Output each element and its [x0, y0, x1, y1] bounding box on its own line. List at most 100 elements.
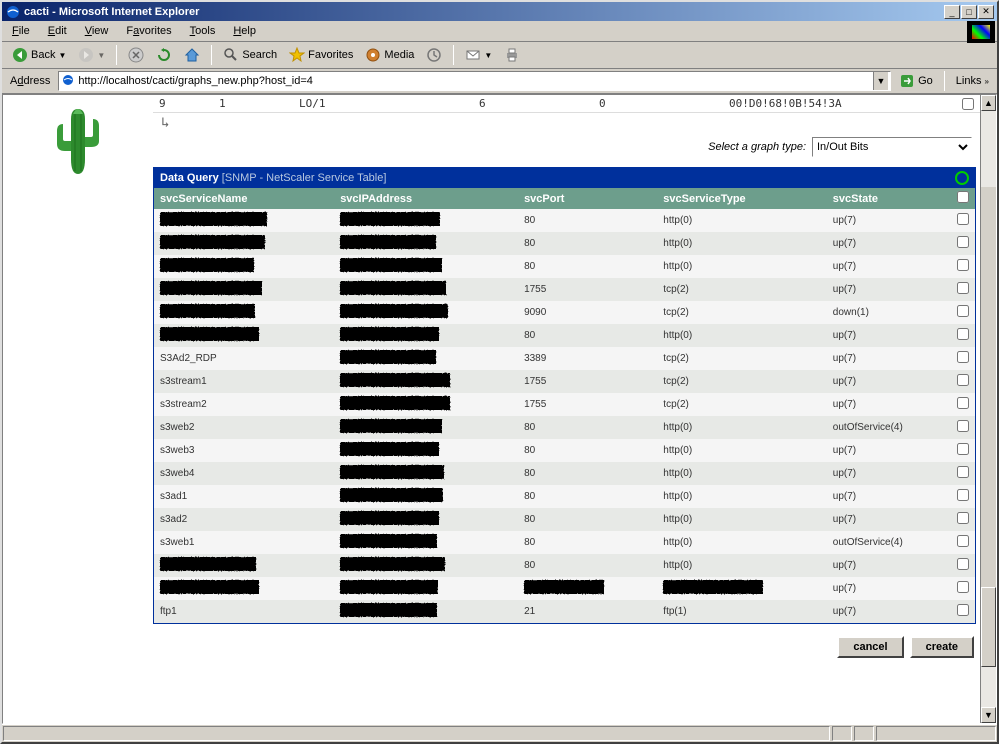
table-row: 80http(0)up(7): [154, 324, 975, 347]
back-button[interactable]: Back ▼: [8, 45, 70, 65]
address-input[interactable]: [78, 75, 872, 87]
table-row: s3ad180http(0)up(7): [154, 485, 975, 508]
app-icon: [5, 4, 21, 20]
graph-type-select[interactable]: In/Out Bits: [812, 137, 972, 157]
row-checkbox[interactable]: [957, 305, 969, 317]
refresh-button[interactable]: [152, 45, 176, 65]
cell-service-name: s3stream1: [154, 370, 334, 393]
reload-icon[interactable]: [955, 171, 969, 185]
row-checkbox[interactable]: [957, 581, 969, 593]
cell-service-name: s3web2: [154, 416, 334, 439]
cell-port: [518, 577, 657, 600]
row-checkbox[interactable]: [957, 213, 969, 225]
chevron-down-icon: ▼: [484, 51, 492, 60]
print-button[interactable]: [500, 45, 524, 65]
table-row: 80http(0)up(7): [154, 554, 975, 577]
data-query-header: Data Query [SNMP - NetScaler Service Tab…: [154, 168, 975, 188]
menubar: File Edit View Favorites Tools Help: [2, 21, 997, 42]
cell-ip-address: [334, 209, 518, 232]
cell-ip-address: [334, 324, 518, 347]
cacti-logo-icon: [43, 99, 113, 189]
forward-button[interactable]: ▼: [74, 45, 109, 65]
col-service-name: svcServiceName: [154, 188, 334, 209]
row-checkbox[interactable]: [957, 420, 969, 432]
scroll-thumb[interactable]: [981, 587, 996, 667]
row-checkbox[interactable]: [957, 351, 969, 363]
search-button[interactable]: Search: [219, 45, 281, 65]
go-button[interactable]: Go: [895, 73, 937, 89]
redacted-text: [340, 465, 444, 479]
statusbar: [2, 724, 997, 742]
minimize-button[interactable]: _: [944, 5, 960, 19]
close-button[interactable]: ✕: [978, 5, 994, 19]
table-row: s3web280http(0)outOfService(4): [154, 416, 975, 439]
redacted-text: [340, 488, 443, 502]
vertical-scrollbar[interactable]: ▲ ▼: [980, 95, 996, 723]
cell-service-name: [154, 232, 334, 255]
cell-service-type: http(0): [657, 416, 827, 439]
table-row: s3web180http(0)outOfService(4): [154, 531, 975, 554]
titlebar: cacti - Microsoft Internet Explorer _ □ …: [2, 2, 997, 21]
table-row: s3web380http(0)up(7): [154, 439, 975, 462]
window-title: cacti - Microsoft Internet Explorer: [24, 6, 944, 18]
media-button[interactable]: Media: [361, 45, 418, 65]
cell-checkbox: [951, 278, 975, 301]
row-checkbox[interactable]: [962, 98, 974, 110]
table-row: 9090tcp(2)down(1): [154, 301, 975, 324]
table-row: 1755tcp(2)up(7): [154, 278, 975, 301]
row-checkbox[interactable]: [957, 374, 969, 386]
table-row: ftp121ftp(1)up(7): [154, 600, 975, 623]
redacted-text: [160, 258, 254, 272]
home-button[interactable]: [180, 45, 204, 65]
cell-service-type: http(0): [657, 209, 827, 232]
cell-port: 80: [518, 439, 657, 462]
row-checkbox[interactable]: [957, 489, 969, 501]
row-checkbox[interactable]: [957, 512, 969, 524]
scroll-down-icon[interactable]: ▼: [981, 707, 996, 723]
search-label: Search: [242, 49, 277, 61]
page-icon: [61, 73, 75, 90]
row-checkbox[interactable]: [957, 466, 969, 478]
redacted-text: [340, 511, 439, 525]
redacted-text: [340, 534, 437, 548]
create-button[interactable]: create: [910, 636, 974, 658]
links-menu[interactable]: Links »: [952, 75, 993, 87]
menu-view[interactable]: View: [81, 23, 113, 39]
row-checkbox[interactable]: [957, 397, 969, 409]
menu-favorites[interactable]: Favorites: [122, 23, 175, 39]
menu-tools[interactable]: Tools: [186, 23, 220, 39]
redacted-text: [340, 350, 436, 364]
row-checkbox[interactable]: [957, 236, 969, 248]
menu-file[interactable]: File: [8, 23, 34, 39]
scroll-up-icon[interactable]: ▲: [981, 95, 996, 111]
cancel-button[interactable]: cancel: [837, 636, 903, 658]
row-checkbox[interactable]: [957, 604, 969, 616]
table-row: 80http(0)up(7): [154, 209, 975, 232]
menu-help[interactable]: Help: [229, 23, 260, 39]
row-checkbox[interactable]: [957, 535, 969, 547]
data-query-title: Data Query: [160, 172, 219, 184]
mail-icon: [465, 47, 481, 63]
cell-service-type: tcp(2): [657, 278, 827, 301]
favorites-button[interactable]: Favorites: [285, 45, 357, 65]
mail-button[interactable]: ▼: [461, 45, 496, 65]
data-query-subtitle: [SNMP - NetScaler Service Table]: [222, 172, 387, 184]
select-all-checkbox[interactable]: [957, 191, 969, 203]
maximize-button[interactable]: □: [961, 5, 977, 19]
row-checkbox[interactable]: [957, 259, 969, 271]
cell-port: 3389: [518, 347, 657, 370]
row-checkbox[interactable]: [957, 443, 969, 455]
row-checkbox[interactable]: [957, 328, 969, 340]
row-checkbox[interactable]: [957, 282, 969, 294]
stop-icon: [128, 47, 144, 63]
redacted-text: [340, 212, 440, 226]
cell-ip-address: [334, 255, 518, 278]
cell-state: up(7): [827, 462, 951, 485]
cell-checkbox: [951, 324, 975, 347]
address-dropdown[interactable]: ▼: [873, 72, 888, 90]
stop-button[interactable]: [124, 45, 148, 65]
menu-edit[interactable]: Edit: [44, 23, 71, 39]
history-button[interactable]: [422, 45, 446, 65]
row-checkbox[interactable]: [957, 558, 969, 570]
redacted-text: [160, 235, 265, 249]
